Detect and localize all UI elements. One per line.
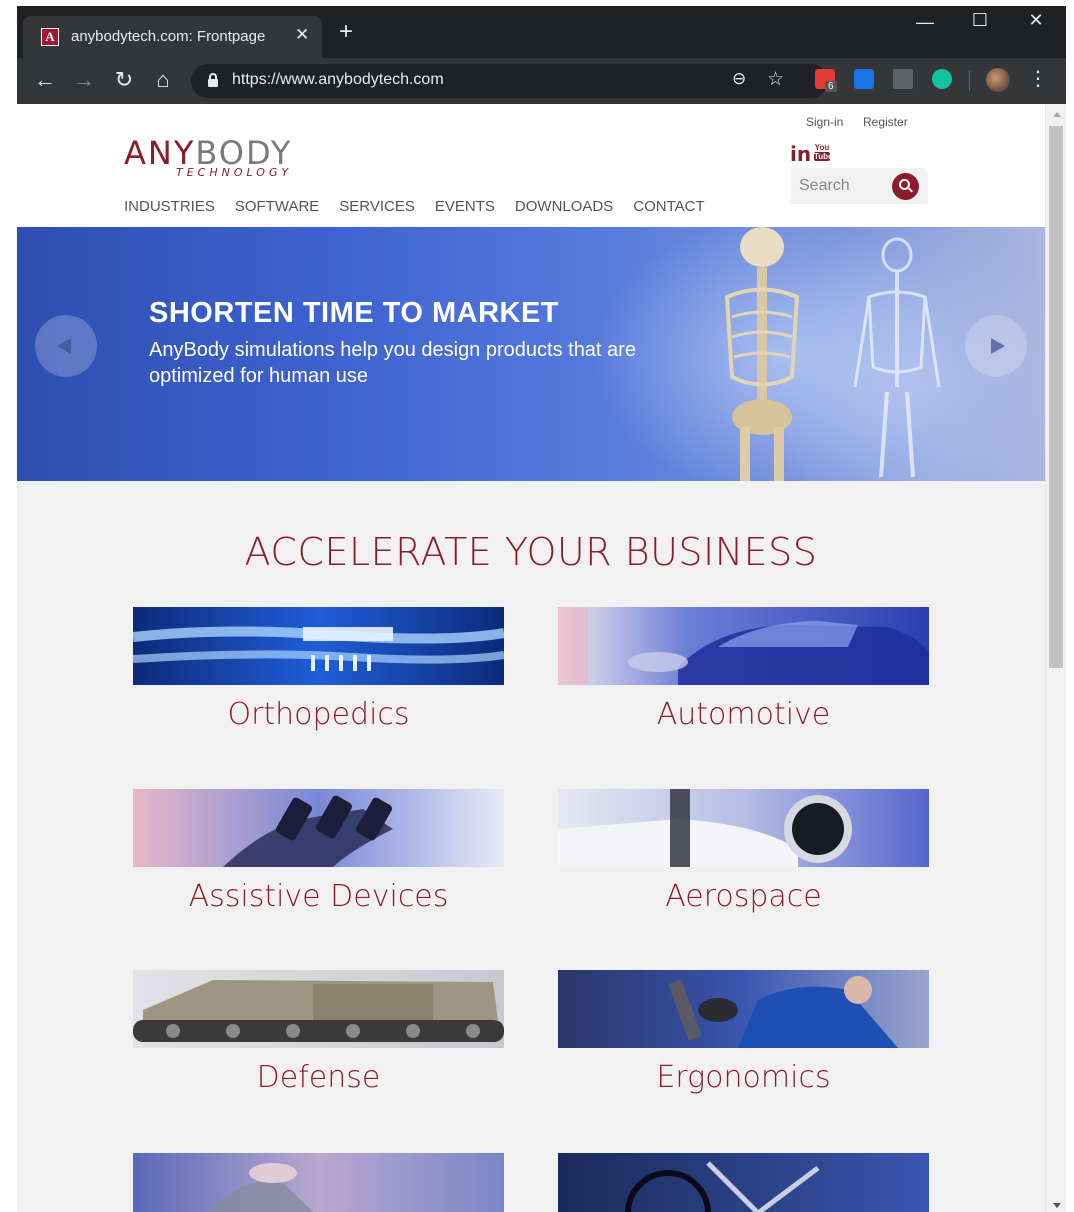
youtube-you: You [814,143,830,152]
card-label: Orthopedics [227,697,410,732]
bicycle-image [558,1153,929,1212]
prev-slide-button[interactable] [35,315,97,377]
nav-events[interactable]: EVENTS [435,198,495,215]
hero-banner: SHORTEN TIME TO MARKET AnyBody simulatio… [17,227,1045,481]
card-label: Assistive Devices [188,879,449,914]
minimize-icon[interactable]: — [905,12,945,33]
orthopedics-image [133,607,504,685]
nav-downloads[interactable]: DOWNLOADS [515,198,613,215]
back-icon[interactable]: ← [32,67,58,93]
card-label: Defense [256,1060,381,1095]
card-label: Automotive [656,697,831,732]
toolbar-divider [969,71,970,91]
bookmark-star-icon[interactable]: ☆ [767,68,784,91]
lock-icon [208,73,218,87]
vacuum-image [133,1153,504,1212]
search-input[interactable] [791,168,889,204]
nav-software[interactable]: SOFTWARE [235,198,319,215]
linkedin-icon[interactable]: in [790,142,811,166]
arrow-left-icon [57,338,71,354]
site-header: ANYBODY TECHNOLOGY Sign-in Register in Y… [17,104,1045,227]
browser-tab[interactable]: A anybodytech.com: Frontpage ✕ [23,16,322,58]
hero-text: AnyBody simulations help you design prod… [149,339,636,387]
assistive-devices-image [133,789,504,867]
site-logo[interactable]: ANYBODY TECHNOLOGY [124,136,292,179]
main-nav: INDUSTRIES SOFTWARE SERVICES EVENTS DOWN… [124,198,705,215]
maximize-icon[interactable]: ☐ [960,10,1000,31]
hero-title: SHORTEN TIME TO MARKET [149,297,560,329]
skeleton-image [724,227,800,481]
aerospace-image [558,789,929,867]
tab-title: anybodytech.com: Frontpage [71,28,266,45]
search-button[interactable] [892,173,919,200]
scroll-thumb[interactable] [1049,126,1063,668]
paypal-extension-icon[interactable] [893,69,913,89]
browser-toolbar: ← → ↻ ⌂ https://www.anybodytech.com ⊖ ☆ … [17,58,1066,104]
home-icon[interactable]: ⌂ [150,67,176,93]
page-content: ANYBODY TECHNOLOGY Sign-in Register in Y… [17,104,1045,1212]
close-tab-icon[interactable]: ✕ [295,25,309,45]
card-label: Aerospace [665,879,822,914]
browser-menu-icon[interactable]: ⋮ [1028,66,1048,91]
extension-badge: 6 [825,81,837,92]
grammarly-extension-icon[interactable] [932,69,952,89]
arrow-right-icon [991,338,1005,354]
screen-right-edge [1066,0,1074,1212]
section-title: ACCELERATE YOUR BUSINESS [244,530,818,574]
scroll-down-icon[interactable] [1053,1203,1061,1208]
close-window-icon[interactable]: ✕ [1016,10,1056,31]
screen-left-edge [0,0,17,1212]
ergonomics-image [558,970,929,1048]
nav-services[interactable]: SERVICES [339,198,415,215]
sign-in-link[interactable]: Sign-in [806,115,843,129]
register-link[interactable]: Register [863,115,908,129]
youtube-icon[interactable]: You Tube [814,143,833,163]
new-tab-icon[interactable]: + [339,20,353,44]
next-slide-button[interactable] [965,315,1027,377]
zoom-icon[interactable]: ⊖ [732,69,746,89]
url-text: https://www.anybodytech.com [232,71,444,88]
youtube-tube: Tube [814,152,833,161]
card-label: Ergonomics [656,1060,831,1095]
nav-industries[interactable]: INDUSTRIES [124,198,215,215]
defense-image [133,970,504,1048]
automotive-image [558,607,929,685]
nav-contact[interactable]: CONTACT [633,198,704,215]
sketch-skeleton-image [853,237,941,477]
logo-subtitle: TECHNOLOGY [176,166,293,179]
forward-icon[interactable]: → [71,67,97,93]
scroll-up-icon[interactable] [1053,112,1061,117]
browser-titlebar: A anybodytech.com: Frontpage ✕ + — ☐ ✕ [17,6,1066,58]
favicon-icon: A [41,28,59,46]
profile-avatar[interactable] [986,68,1010,92]
screen-extension-icon[interactable] [854,69,874,89]
search-box [791,168,928,204]
reload-icon[interactable]: ↻ [111,67,137,93]
page-scrollbar[interactable] [1045,104,1066,1212]
